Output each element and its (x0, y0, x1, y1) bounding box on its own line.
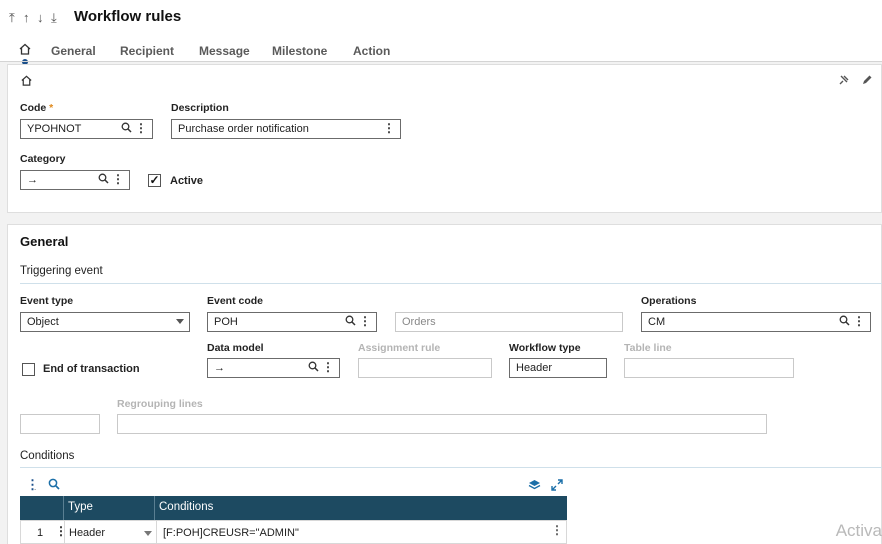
category-label: Category (20, 153, 66, 165)
description-label: Description (171, 102, 229, 114)
table-line-label: Table line (624, 342, 672, 354)
row-menu-icon[interactable]: ⋮ (55, 524, 67, 538)
workflow-type-label: Workflow type (509, 342, 581, 354)
tab-action[interactable]: Action (353, 44, 390, 58)
tab-home-icon[interactable] (18, 42, 32, 56)
conditions-heading: Conditions (20, 450, 75, 462)
end-of-transaction-checkbox[interactable] (22, 363, 35, 376)
grid-header-conditions[interactable]: Conditions (155, 496, 567, 520)
last-record-icon[interactable]: ⤓ (51, 10, 57, 26)
regrouping-lines-field (117, 414, 767, 434)
search-icon[interactable] (839, 315, 850, 326)
category-field[interactable]: → ⋮ (20, 170, 130, 190)
event-description-value: Orders (402, 316, 436, 328)
previous-record-icon[interactable]: ↑ (23, 10, 30, 25)
grid-header-num (20, 496, 64, 520)
section-divider (20, 467, 882, 468)
data-model-label: Data model (207, 342, 264, 354)
activation-watermark: Activa (835, 521, 882, 540)
more-menu-icon[interactable]: ⋮ (853, 314, 865, 328)
table-line-field (624, 358, 794, 378)
page-title: Workflow rules (74, 8, 182, 25)
active-checkbox[interactable]: ✓ (148, 174, 161, 187)
end-of-transaction-label: End of transaction (43, 363, 140, 375)
search-icon[interactable] (121, 122, 132, 133)
event-code-value: POH (214, 316, 238, 328)
more-menu-icon[interactable]: ⋮ (383, 121, 395, 135)
data-model-field[interactable]: → ⋮ (207, 358, 340, 378)
grid-header: Type Conditions (20, 496, 567, 520)
first-record-icon[interactable]: ⤒ (9, 10, 15, 26)
assignment-rule-label: Assignment rule (358, 342, 441, 354)
edit-icon[interactable] (861, 74, 873, 86)
grid-header-type[interactable]: Type (64, 496, 155, 520)
row-number: 1 (37, 527, 44, 539)
assignment-rule-field (358, 358, 492, 378)
more-menu-icon[interactable]: ⋮ (359, 314, 371, 328)
layers-icon[interactable] (528, 479, 541, 491)
code-field[interactable]: YPOHNOT ⋮ (20, 119, 153, 139)
grid-menu-dot: . (34, 483, 37, 492)
search-icon[interactable] (345, 315, 356, 326)
grid-search-icon[interactable] (48, 478, 60, 490)
tab-message[interactable]: Message (199, 44, 250, 58)
event-code-field[interactable]: POH ⋮ (207, 312, 377, 332)
tab-divider (0, 61, 882, 62)
table-row[interactable]: 1 ⋮ Header [F:POH]CREUSR="ADMIN" ⋮ (20, 520, 567, 544)
expand-icon[interactable] (551, 479, 563, 491)
row-type-value[interactable]: Header (69, 527, 105, 539)
more-menu-icon[interactable]: ⋮ (112, 172, 124, 186)
chevron-down-icon[interactable] (144, 531, 152, 536)
description-value: Purchase order notification (178, 123, 309, 135)
code-label: Code * (20, 102, 54, 114)
operations-value: CM (648, 316, 666, 328)
search-icon[interactable] (98, 173, 109, 184)
chevron-down-icon[interactable] (176, 319, 184, 324)
section-title-general: General (20, 234, 69, 249)
row-condition-value[interactable]: [F:POH]CREUSR="ADMIN" (163, 527, 299, 539)
operations-field[interactable]: CM ⋮ (641, 312, 871, 332)
home-icon[interactable] (20, 74, 33, 87)
workflow-type-value: Header (516, 362, 553, 374)
grid-menu-icon[interactable]: ⋮ (26, 477, 39, 493)
tab-general[interactable]: General (51, 44, 96, 58)
row-condition-menu-icon[interactable]: ⋮ (551, 523, 563, 537)
cell-divider (156, 521, 157, 544)
description-field[interactable]: Purchase order notification ⋮ (171, 119, 401, 139)
tab-milestone[interactable]: Milestone (272, 44, 327, 58)
pin-icon[interactable] (838, 74, 850, 86)
section-divider (20, 283, 882, 284)
active-label: Active (170, 175, 204, 187)
data-model-value: → (214, 362, 225, 374)
event-code-label: Event code (207, 295, 264, 307)
event-description-field: Orders (395, 312, 623, 332)
search-icon[interactable] (308, 361, 319, 372)
triggering-event-heading: Triggering event (20, 265, 103, 277)
event-type-label: Event type (20, 295, 74, 307)
regrouping-code-field (20, 414, 100, 434)
more-menu-icon[interactable]: ⋮ (322, 360, 334, 374)
tab-recipient[interactable]: Recipient (120, 44, 174, 58)
event-type-value: Object (27, 316, 59, 328)
checkmark-icon: ✓ (149, 173, 160, 187)
operations-label: Operations (641, 295, 697, 307)
code-value: YPOHNOT (27, 123, 82, 135)
cell-divider (64, 521, 65, 544)
more-menu-icon[interactable]: ⋮ (135, 121, 147, 135)
regrouping-lines-label: Regrouping lines (117, 398, 203, 410)
workflow-type-field[interactable]: Header (509, 358, 607, 378)
event-type-select[interactable]: Object (20, 312, 190, 332)
next-record-icon[interactable]: ↓ (37, 10, 44, 25)
category-value: → (27, 174, 38, 186)
